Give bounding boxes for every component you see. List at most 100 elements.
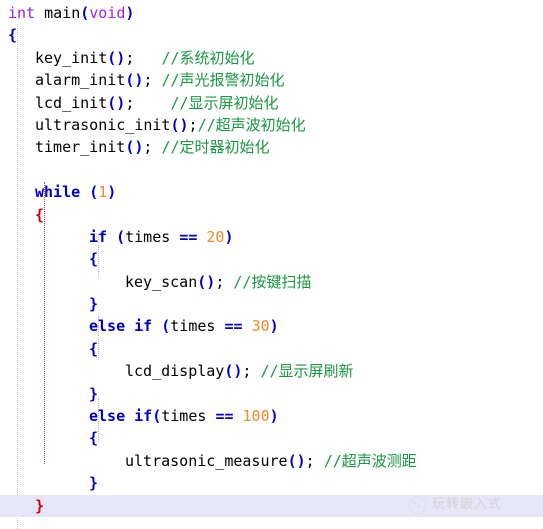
code-token-semi: ; xyxy=(125,48,135,67)
code-token-comment: //定时器初始化 xyxy=(161,138,270,157)
code-token-punc: ) xyxy=(224,227,234,246)
code-line[interactable]: } xyxy=(0,383,543,405)
code-line[interactable]: ultrasonic_measure(); //超声波测距 xyxy=(0,450,543,472)
code-line[interactable]: else if (times == 30) xyxy=(0,315,543,337)
code-token-brace_blue: { xyxy=(8,26,18,45)
code-token-kw: if xyxy=(89,227,108,246)
code-token-comment: //声光报警初始化 xyxy=(161,71,285,90)
code-token-ident: main xyxy=(44,4,81,22)
code-token-brace_red: { xyxy=(35,205,45,224)
code-line[interactable]: { xyxy=(0,24,543,46)
code-token-ident: ultrasonic_measure xyxy=(125,451,288,470)
code-token-ident: key_scan xyxy=(125,272,198,291)
code-token-semi: ; xyxy=(188,115,198,134)
code-token-num: 100 xyxy=(242,407,270,426)
code-token-comment: //按键扫描 xyxy=(233,272,312,291)
code-line[interactable]: timer_init(); //定时器初始化 xyxy=(0,136,543,158)
code-token-ident: times xyxy=(170,317,216,336)
code-line[interactable]: { xyxy=(0,248,543,270)
code-token-op: == xyxy=(179,227,198,246)
code-line[interactable]: { xyxy=(0,204,543,226)
code-token-punc: ) xyxy=(125,4,135,22)
code-line[interactable]: key_init(); //系统初始化 xyxy=(0,47,543,69)
watermark: 玩转嵌入式 xyxy=(409,494,502,516)
code-token-type: int xyxy=(8,4,36,22)
code-token-punc: ( xyxy=(116,227,126,246)
code-token-ident: timer_init xyxy=(35,138,126,157)
code-token-ident: lcd_display xyxy=(125,362,225,381)
code-token-ident: times xyxy=(161,407,207,426)
code-token-brace_blue: } xyxy=(89,384,99,403)
code-token-punc: () xyxy=(107,93,126,112)
code-token-punc: ) xyxy=(269,407,279,426)
code-line[interactable]: else if(times == 100) xyxy=(0,405,543,427)
code-token-punc: () xyxy=(224,362,243,381)
code-line[interactable]: } xyxy=(0,293,543,315)
code-line[interactable]: lcd_init(); //显示屏初始化 xyxy=(0,92,543,114)
code-token-brace_blue: } xyxy=(89,474,99,493)
code-line[interactable]: { xyxy=(0,427,543,449)
code-token-punc: ( xyxy=(89,183,99,202)
code-token-num: 30 xyxy=(251,317,270,336)
code-line[interactable]: int main(void) xyxy=(0,2,543,24)
code-token-punc: () xyxy=(107,48,126,67)
code-token-punc: ) xyxy=(269,317,279,336)
code-line[interactable]: ultrasonic_init();//超声波初始化 xyxy=(0,114,543,136)
code-token-op: == xyxy=(215,407,234,426)
code-line[interactable]: { xyxy=(0,338,543,360)
code-editor-view[interactable]: int main(void){key_init(); //系统初始化 alarm_… xyxy=(0,0,543,529)
code-token-ident: times xyxy=(125,227,171,246)
code-token-punc: () xyxy=(197,272,216,291)
code-token-type: void xyxy=(89,4,126,22)
code-token-ident: alarm_init xyxy=(35,71,126,90)
code-line[interactable]: while (1) xyxy=(0,181,543,203)
watermark-text: 玩转嵌入式 xyxy=(432,497,503,512)
code-token-op: == xyxy=(224,317,243,336)
code-token-comment: //显示屏刷新 xyxy=(260,362,354,381)
code-line[interactable] xyxy=(0,159,543,181)
code-token-comment: //超声波测距 xyxy=(323,451,417,470)
code-token-semi: ; xyxy=(215,272,225,291)
code-token-kw: else if xyxy=(89,317,153,336)
code-token-punc: ) xyxy=(107,183,117,202)
code-token-num: 20 xyxy=(206,227,225,246)
code-line[interactable]: alarm_init(); //声光报警初始化 xyxy=(0,69,543,91)
code-token-punc: ( xyxy=(161,317,171,336)
code-token-punc: ( xyxy=(152,407,162,426)
code-token-ident: ultrasonic_init xyxy=(35,115,171,134)
code-token-brace_blue: { xyxy=(89,339,99,358)
code-line[interactable] xyxy=(0,517,543,529)
code-token-kw: else if xyxy=(89,407,153,426)
code-token-semi: ; xyxy=(125,93,135,112)
code-line[interactable]: key_scan(); //按键扫描 xyxy=(0,271,543,293)
code-token-brace_blue: } xyxy=(89,295,99,314)
code-content-area[interactable]: int main(void){key_init(); //系统初始化 alarm_… xyxy=(0,2,543,529)
code-token-punc: ( xyxy=(80,4,90,22)
code-token-brace_red: } xyxy=(35,496,45,515)
watermark-logo-icon xyxy=(409,496,426,514)
code-token-punc: () xyxy=(170,115,189,134)
code-token-comment: //超声波初始化 xyxy=(197,115,306,134)
code-token-kw: while xyxy=(35,183,81,202)
code-line[interactable]: if (times == 20) xyxy=(0,226,543,248)
code-line[interactable]: lcd_display(); //显示屏刷新 xyxy=(0,360,543,382)
code-token-ident: key_init xyxy=(35,48,108,67)
code-token-brace_blue: { xyxy=(89,429,99,448)
code-token-comment: //系统初始化 xyxy=(161,48,255,67)
code-token-num: 1 xyxy=(98,183,108,202)
code-token-punc: () xyxy=(287,451,306,470)
code-line[interactable]: } xyxy=(0,472,543,494)
code-token-punc: () xyxy=(125,71,144,90)
code-token-comment: //显示屏初始化 xyxy=(170,93,279,112)
code-token-punc: () xyxy=(125,138,144,157)
